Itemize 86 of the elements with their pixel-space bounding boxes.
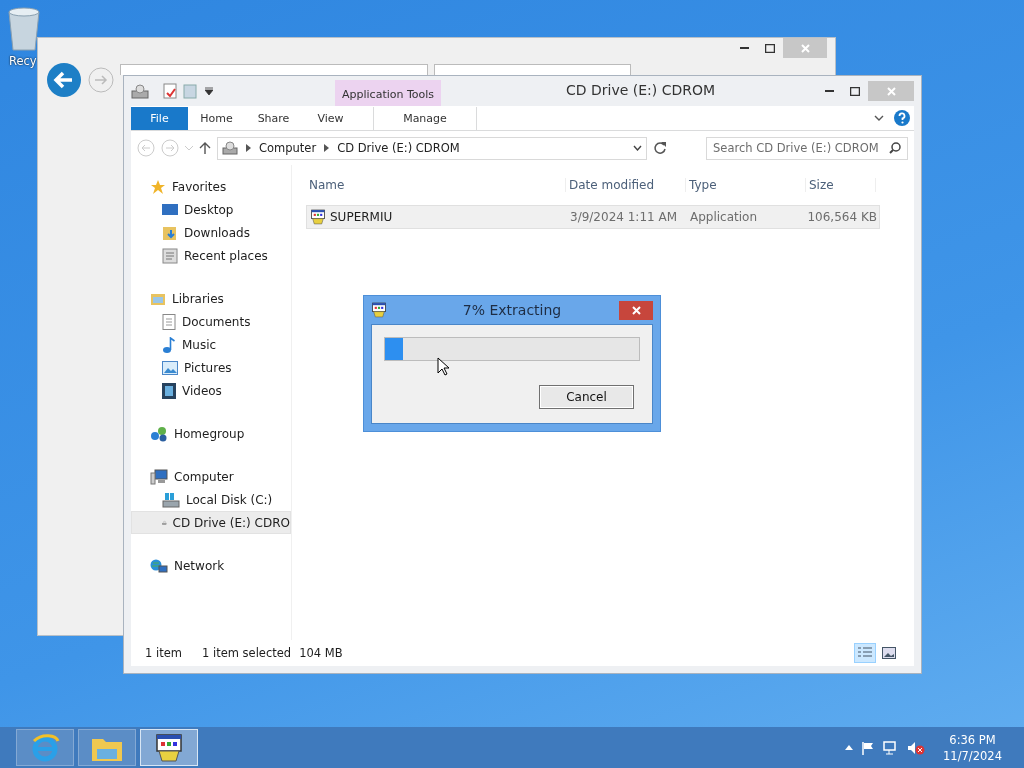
recent-places-icon: [162, 247, 178, 264]
speaker-muted-icon[interactable]: [907, 740, 926, 755]
file-name: SUPERMIU: [307, 209, 567, 225]
size-cell: 106,564 KB: [807, 210, 877, 224]
maximize-icon[interactable]: [765, 43, 775, 53]
installer-icon: [154, 732, 184, 763]
ribbon-tab[interactable]: View: [302, 107, 359, 130]
film-icon: [162, 382, 176, 399]
refresh-icon[interactable]: [653, 141, 667, 155]
desktop-icon-label[interactable]: Recy: [9, 54, 37, 68]
sidebar-item[interactable]: Network: [131, 554, 291, 577]
show-hidden-icons[interactable]: [845, 745, 854, 750]
sidebar-item[interactable]: Libraries: [131, 287, 291, 310]
window-title: CD Drive (E:) CDROM: [565, 82, 716, 98]
sidebar-item[interactable]: Pictures: [131, 356, 291, 379]
minimize-icon[interactable]: [739, 47, 749, 49]
item-count: 1 item: [145, 646, 182, 660]
sidebar-item[interactable]: Downloads: [131, 221, 291, 244]
back-button[interactable]: [46, 62, 82, 98]
ribbon-tab[interactable]: Manage: [373, 107, 477, 130]
computer-icon: [150, 468, 168, 485]
music-note-icon: [162, 336, 176, 353]
sidebar-item[interactable]: Desktop: [131, 198, 291, 221]
search-icon: [889, 142, 901, 154]
dialog-title: 7% Extracting: [462, 302, 562, 318]
column-header[interactable]: Date modified: [566, 178, 686, 192]
installer-icon: [371, 302, 387, 318]
properties-icon[interactable]: [163, 83, 177, 99]
chevron-icon[interactable]: [246, 144, 251, 152]
search-field[interactable]: Search CD Drive (E:) CDROM: [706, 136, 908, 160]
ribbon-tab[interactable]: Share: [245, 107, 302, 130]
details-list-icon: [858, 647, 872, 659]
star-icon: [150, 178, 166, 195]
network-icon: [150, 557, 168, 574]
hard-disk-icon: [162, 491, 180, 508]
dropdown-icon[interactable]: [633, 145, 642, 151]
date-cell-text: 3/9/2024 1:11 AM: [569, 210, 679, 224]
column-header[interactable]: Size: [806, 178, 876, 192]
mouse-cursor: [437, 357, 449, 376]
breadcrumb[interactable]: CD Drive (E:) CDROM: [337, 141, 460, 155]
recycle-bin-icon[interactable]: [6, 6, 42, 52]
installer-icon: [310, 209, 326, 225]
maximize-icon[interactable]: [850, 86, 860, 96]
drive-icon[interactable]: [131, 83, 149, 99]
sidebar-item[interactable]: CD Drive (E:) CDRO: [131, 511, 291, 534]
monitor-icon: [162, 202, 178, 217]
clock-time[interactable]: 6:36 PM: [949, 731, 996, 748]
help-icon[interactable]: [894, 110, 910, 126]
selection-size: 104 MB: [299, 646, 343, 660]
ribbon-tab[interactable]: File: [131, 107, 188, 130]
type-cell-text: Application: [689, 210, 759, 224]
sidebar-item[interactable]: Documents: [131, 310, 291, 333]
minimize-icon[interactable]: [824, 90, 834, 92]
clock-date[interactable]: 11/7/2024: [943, 747, 1002, 764]
download-folder-icon: [162, 224, 178, 241]
sidebar-item[interactable]: Videos: [131, 379, 291, 402]
expand-ribbon-icon[interactable]: [874, 115, 884, 121]
sidebar-item[interactable]: Music: [131, 333, 291, 356]
browser-icon: [30, 732, 60, 763]
column-header[interactable]: Type: [686, 178, 806, 192]
selection-status: 1 item selected: [201, 646, 292, 660]
sidebar-item[interactable]: Local Disk (C:): [131, 488, 291, 511]
address-field[interactable]: [120, 64, 428, 75]
sidebar-item[interactable]: Favorites: [131, 175, 291, 198]
sidebar-item[interactable]: Recent places: [131, 244, 291, 267]
document-icon: [162, 313, 176, 330]
ribbon-tab[interactable]: Home: [188, 107, 245, 130]
contextual-tab-group: Application Tools: [335, 80, 442, 106]
picture-icon: [162, 360, 178, 375]
file-row[interactable]: SUPERMIU 3/9/2024 1:11 AM Application 106,564 KB: [306, 205, 880, 229]
close-icon: [631, 305, 641, 315]
close-button[interactable]: [619, 300, 653, 320]
sidebar-item[interactable]: Computer: [131, 465, 291, 488]
chevron-icon[interactable]: [324, 144, 330, 152]
flag-icon[interactable]: [861, 740, 876, 755]
cancel-button[interactable]: Cancel: [539, 385, 634, 409]
taskbar-button[interactable]: [140, 729, 198, 766]
homegroup-icon: [150, 425, 168, 442]
image-icon: [882, 647, 896, 659]
address-bar[interactable]: Computer CD Drive (E:) CDROM: [217, 136, 647, 160]
up-arrow-icon[interactable]: [199, 141, 211, 155]
breadcrumb[interactable]: Computer: [259, 141, 317, 155]
drive-icon: [222, 141, 238, 155]
sidebar-item[interactable]: Homegroup: [131, 422, 291, 445]
dropdown-icon[interactable]: [205, 87, 213, 95]
column-header[interactable]: Name: [306, 178, 566, 192]
